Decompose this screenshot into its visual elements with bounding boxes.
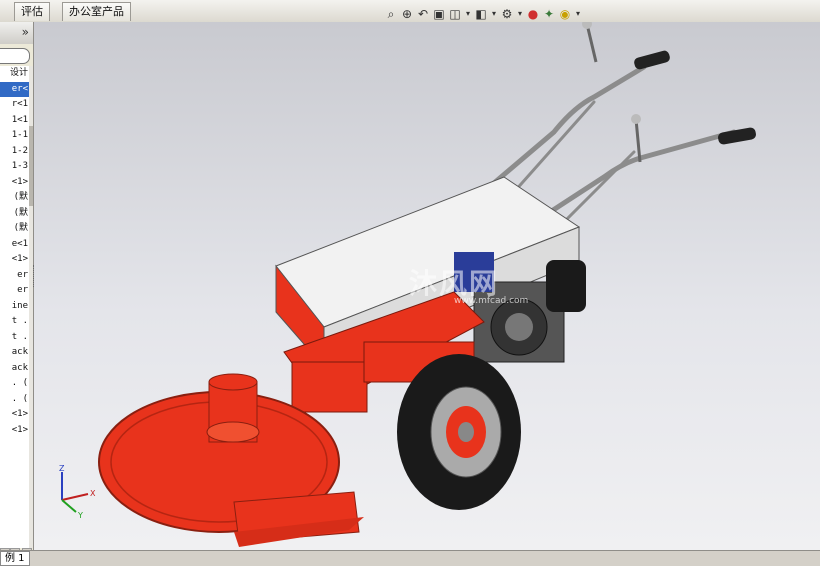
view-toolbar: ⌕ ⊕ ↶ ▣ ◫ ▾ ◧ ▾ ⚙ ▾ ● ✦ ◉ ▾: [384, 6, 582, 22]
lever-knob: [631, 114, 641, 124]
previous-view-icon[interactable]: ↶: [416, 7, 430, 21]
graphics-viewport[interactable]: 沐风网 www.mfcad.com Z X Y: [34, 22, 820, 550]
tree-item[interactable]: er<: [0, 81, 29, 97]
tab-office-products[interactable]: 办公室产品: [62, 2, 131, 21]
top-toolbar: 评估 办公室产品 ⌕ ⊕ ↶ ▣ ◫ ▾ ◧ ▾ ⚙ ▾ ● ✦ ◉ ▾: [0, 0, 820, 23]
tree-item[interactable]: (默: [0, 221, 29, 237]
filter-input[interactable]: [0, 48, 30, 64]
left-grip: [634, 50, 670, 70]
chevron-down-icon[interactable]: ▾: [464, 7, 472, 21]
tree-item[interactable]: <1>: [0, 407, 29, 423]
section-view-icon[interactable]: ▣: [432, 7, 446, 21]
tab-evaluate[interactable]: 评估: [14, 2, 50, 21]
hide-show-icon[interactable]: ⚙: [500, 7, 514, 21]
chevron-down-icon[interactable]: ▾: [490, 7, 498, 21]
lever-knob: [582, 22, 592, 29]
tree-item[interactable]: . (: [0, 392, 29, 408]
tree-item[interactable]: (默: [0, 206, 29, 222]
tree-item[interactable]: 1-2: [0, 144, 29, 160]
tree-item[interactable]: ack: [0, 361, 29, 377]
right-grip: [718, 127, 756, 145]
tree-item[interactable]: <1>: [0, 175, 29, 191]
view-orientation-icon[interactable]: ◫: [448, 7, 462, 21]
tree-item[interactable]: t .: [0, 330, 29, 346]
tree-item[interactable]: (默: [0, 190, 29, 206]
status-bar: 例 1: [0, 550, 820, 566]
tree-item[interactable]: <1>: [0, 423, 29, 439]
display-style-icon[interactable]: ◧: [474, 7, 488, 21]
chevron-down-icon[interactable]: ▾: [574, 7, 582, 21]
zoom-fit-icon[interactable]: ⌕: [384, 7, 398, 21]
watermark-url: www.mfcad.com: [454, 296, 529, 306]
tree-item[interactable]: t .: [0, 314, 29, 330]
feature-manager-panel: » 设计 er< r<1 1<1 1-1 1-2 1-3 <1> (默 (默 (默 e<1 <1> er e…: [0, 22, 34, 550]
zoom-area-icon[interactable]: ⊕: [400, 7, 414, 21]
tree-item[interactable]: e<1: [0, 237, 29, 253]
feature-tree: 设计 er< r<1 1<1 1-1 1-2 1-3 <1> (默 (默 (默 e<1 <1> er er i…: [0, 66, 29, 548]
y-axis-label: Y: [77, 511, 83, 520]
tree-item[interactable]: 1<1: [0, 113, 29, 129]
tree-item[interactable]: 设计: [0, 66, 29, 82]
tree-item[interactable]: er: [0, 268, 29, 284]
tree-scrollbar[interactable]: [29, 66, 33, 548]
tree-item[interactable]: er: [0, 283, 29, 299]
scroll-thumb[interactable]: [29, 126, 33, 206]
axis-triad: Z X Y: [59, 464, 96, 520]
tree-item[interactable]: . (: [0, 376, 29, 392]
tree-item[interactable]: ine: [0, 299, 29, 315]
tree-item[interactable]: ack: [0, 345, 29, 361]
tree-item[interactable]: <1>: [0, 252, 29, 268]
tree-item[interactable]: r<1: [0, 97, 29, 113]
drive-wheel: [397, 354, 521, 510]
view-settings-icon[interactable]: ◉: [558, 7, 572, 21]
x-axis-label: X: [90, 489, 96, 498]
tree-item[interactable]: 1-1: [0, 128, 29, 144]
chevron-down-icon[interactable]: ▾: [516, 7, 524, 21]
air-filter: [546, 260, 586, 312]
panel-header: »: [0, 22, 33, 44]
apply-scene-icon[interactable]: ✦: [542, 7, 556, 21]
tree-item[interactable]: 1-3: [0, 159, 29, 175]
edit-appearance-icon[interactable]: ●: [526, 7, 540, 21]
z-axis-label: Z: [59, 464, 65, 473]
collapse-icon[interactable]: »: [22, 25, 29, 39]
